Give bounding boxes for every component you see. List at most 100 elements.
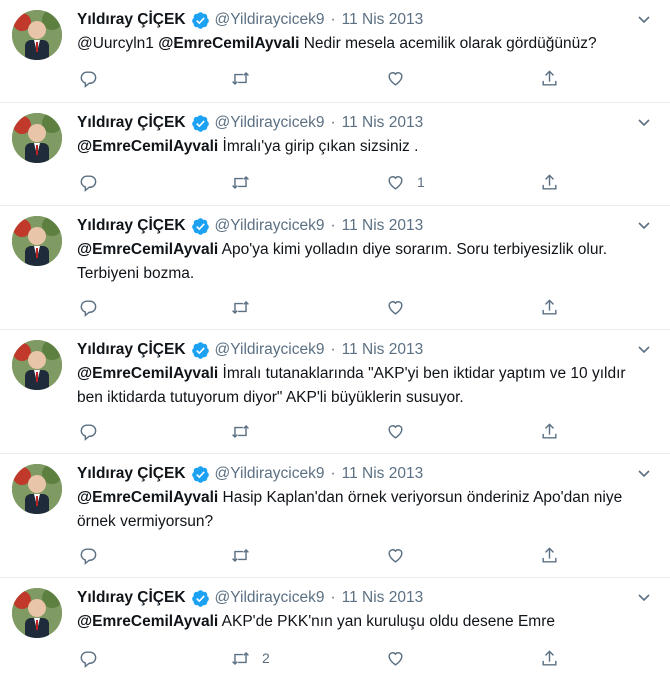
share-icon [542,422,557,439]
tweet-text: @EmreCemilAyvali Hasip Kaplan'dan örnek … [77,486,647,534]
retweet-count: 2 [262,650,270,666]
author-handle[interactable]: @Yildiraycicek9 [215,341,325,359]
share-button[interactable] [540,171,559,193]
retweet-button[interactable] [231,171,262,193]
share-button[interactable] [540,296,559,318]
avatar[interactable] [12,588,62,638]
author-name[interactable]: Yıldıray ÇİÇEK [77,341,186,359]
retweet-button[interactable] [231,420,262,442]
mention-link[interactable]: @EmreCemilAyvali [158,35,299,52]
retweet-button[interactable]: 2 [231,647,270,669]
retweet-button[interactable] [231,296,262,318]
tweet[interactable]: Yıldıray ÇİÇEK @Yildiraycicek9 · 11 Nis … [0,103,670,206]
reply-icon [80,70,97,88]
retweet-icon [232,651,249,665]
separator: · [330,465,336,482]
tweet-date[interactable]: 11 Nis 2013 [342,114,424,132]
chevron-down-icon[interactable] [636,217,652,233]
share-button[interactable] [540,544,559,566]
tweet-text-content: İmralı'ya girip çıkan sizsiniz . [218,138,419,155]
tweet-date[interactable]: 11 Nis 2013 [342,11,424,29]
tweet-actions [77,420,567,442]
chevron-down-icon[interactable] [636,589,652,605]
author-handle[interactable]: @Yildiraycicek9 [215,114,325,132]
author-name[interactable]: Yıldıray ÇİÇEK [77,589,186,607]
chevron-down-icon[interactable] [636,11,652,27]
tweet-text: @EmreCemilAyvali İmralı tutanaklarında "… [77,362,647,410]
tweet-date[interactable]: 11 Nis 2013 [342,217,424,235]
verified-badge-icon [191,341,210,360]
tweet[interactable]: Yıldıray ÇİÇEK @Yildiraycicek9 · 11 Nis … [0,454,670,578]
reply-button[interactable] [79,67,110,89]
avatar[interactable] [12,216,62,266]
heart-icon [388,548,403,563]
author-handle[interactable]: @Yildiraycicek9 [215,465,325,483]
retweet-button[interactable] [231,67,262,89]
reply-button[interactable] [79,420,110,442]
heart-icon [388,300,403,315]
like-button[interactable] [386,420,417,442]
author-name[interactable]: Yıldıray ÇİÇEK [77,465,186,483]
author-name[interactable]: Yıldıray ÇİÇEK [77,114,186,132]
share-icon [542,298,557,315]
verified-badge-icon [191,465,210,484]
author-handle[interactable]: @Yildiraycicek9 [215,589,325,607]
tweet-date[interactable]: 11 Nis 2013 [342,341,424,359]
author-handle[interactable]: @Yildiraycicek9 [215,217,325,235]
tweet-timeline: Yıldıray ÇİÇEK @Yildiraycicek9 · 11 Nis … [0,0,670,675]
tweet[interactable]: Yıldıray ÇİÇEK @Yildiraycicek9 · 11 Nis … [0,578,670,675]
tweet[interactable]: Yıldıray ÇİÇEK @Yildiraycicek9 · 11 Nis … [0,206,670,330]
tweet-header: Yıldıray ÇİÇEK @Yildiraycicek9 · 11 Nis … [77,112,423,134]
author-name[interactable]: Yıldıray ÇİÇEK [77,217,186,235]
avatar[interactable] [12,113,62,163]
mention-link[interactable]: @EmreCemilAyvali [77,241,218,258]
share-button[interactable] [540,67,559,89]
mention-link[interactable]: @EmreCemilAyvali [77,613,218,630]
tweet-date[interactable]: 11 Nis 2013 [342,589,424,607]
verified-badge-icon [191,217,210,236]
avatar[interactable] [12,340,62,390]
mention-link[interactable]: @EmreCemilAyvali [77,489,218,506]
mention-link[interactable]: @EmreCemilAyvali [77,365,218,382]
like-button[interactable] [386,296,417,318]
separator: · [330,589,336,606]
mention-link[interactable]: @EmreCemilAyvali [77,138,218,155]
like-button[interactable] [386,544,417,566]
author-handle[interactable]: @Yildiraycicek9 [215,11,325,29]
tweet-text-content: AKP'de PKK'nın yan kuruluşu oldu desene … [218,613,555,630]
retweet-icon [232,548,249,562]
reply-icon [80,299,97,317]
tweet-date[interactable]: 11 Nis 2013 [342,465,424,483]
tweet-actions: 2 [77,647,567,669]
heart-icon [388,71,403,86]
share-button[interactable] [540,420,559,442]
share-button[interactable] [540,647,559,669]
author-name[interactable]: Yıldıray ÇİÇEK [77,11,186,29]
like-button[interactable] [386,67,417,89]
tweet-actions [77,544,567,566]
like-button[interactable] [386,647,417,669]
tweet[interactable]: Yıldıray ÇİÇEK @Yildiraycicek9 · 11 Nis … [0,0,670,103]
tweet-text: @EmreCemilAyvali AKP'de PKK'nın yan kuru… [77,610,647,634]
tweet-text: @EmreCemilAyvali İmralı'ya girip çıkan s… [77,135,647,159]
heart-icon [388,175,403,190]
chevron-down-icon[interactable] [636,114,652,130]
mention-link[interactable]: @Uurcyln1 [77,35,154,52]
avatar[interactable] [12,464,62,514]
chevron-down-icon[interactable] [636,341,652,357]
retweet-button[interactable] [231,544,262,566]
reply-button[interactable] [79,296,110,318]
tweet-header: Yıldıray ÇİÇEK @Yildiraycicek9 · 11 Nis … [77,587,423,609]
share-icon [542,173,557,190]
separator: · [330,11,336,28]
reply-button[interactable] [79,544,110,566]
avatar[interactable] [12,10,62,60]
reply-button[interactable] [79,171,110,193]
chevron-down-icon[interactable] [636,465,652,481]
like-button[interactable]: 1 [386,171,425,193]
reply-button[interactable] [79,647,110,669]
retweet-icon [232,175,249,189]
tweet-header: Yıldıray ÇİÇEK @Yildiraycicek9 · 11 Nis … [77,215,423,237]
tweet[interactable]: Yıldıray ÇİÇEK @Yildiraycicek9 · 11 Nis … [0,330,670,454]
verified-badge-icon [191,114,210,133]
